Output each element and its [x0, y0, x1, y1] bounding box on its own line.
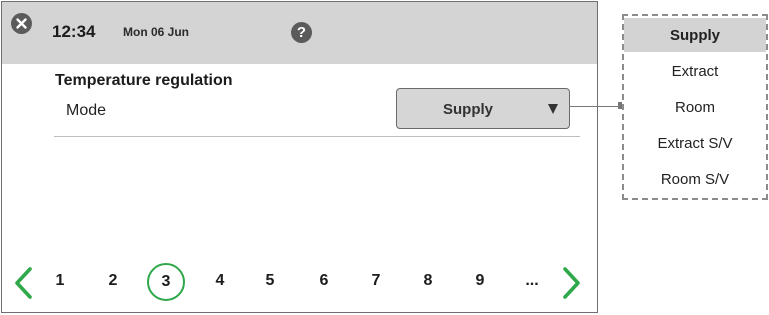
dropdown-option-room-sv[interactable]: Room S/V — [624, 162, 766, 198]
chevron-right-icon[interactable] — [561, 266, 583, 300]
close-button[interactable] — [11, 13, 32, 34]
clock-time: 12:34 — [52, 22, 96, 41]
page-7[interactable]: 7 — [361, 273, 391, 289]
mode-select[interactable]: Supply — [396, 88, 570, 129]
chevron-left-icon[interactable] — [12, 266, 34, 300]
device-screen: 12:34 Mon 06 Jun ? Temperature regulatio… — [1, 1, 598, 313]
section-title: Temperature regulation — [55, 72, 233, 89]
divider — [54, 136, 580, 137]
page-2[interactable]: 2 — [98, 273, 128, 289]
mode-label: Mode — [66, 102, 107, 119]
page-6[interactable]: 6 — [309, 273, 339, 289]
help-button[interactable]: ? — [291, 22, 312, 43]
mode-dropdown-list: Supply Extract Room Extract S/V Room S/V — [622, 14, 768, 200]
page-8[interactable]: 8 — [413, 273, 443, 289]
page-5[interactable]: 5 — [255, 273, 285, 289]
page-3-current[interactable]: 3 — [147, 263, 185, 301]
clock-date: Mon 06 Jun — [123, 25, 190, 39]
dropdown-option-room[interactable]: Room — [624, 90, 766, 126]
caret-down-icon — [548, 104, 558, 114]
callout-connector — [569, 106, 622, 107]
dropdown-option-extract-sv[interactable]: Extract S/V — [624, 126, 766, 162]
status-header: 12:34 Mon 06 Jun ? — [2, 2, 597, 64]
pagination: 1 2 3 4 5 6 7 8 9 ... — [2, 257, 599, 307]
dropdown-option-supply[interactable]: Supply — [624, 18, 766, 52]
page-4[interactable]: 4 — [205, 273, 235, 289]
page-more[interactable]: ... — [517, 273, 547, 289]
dropdown-option-extract[interactable]: Extract — [624, 54, 766, 90]
page-9[interactable]: 9 — [465, 273, 495, 289]
mode-select-value: Supply — [442, 101, 493, 118]
close-icon — [16, 18, 27, 29]
help-icon: ? — [296, 24, 307, 41]
page-1[interactable]: 1 — [45, 273, 75, 289]
